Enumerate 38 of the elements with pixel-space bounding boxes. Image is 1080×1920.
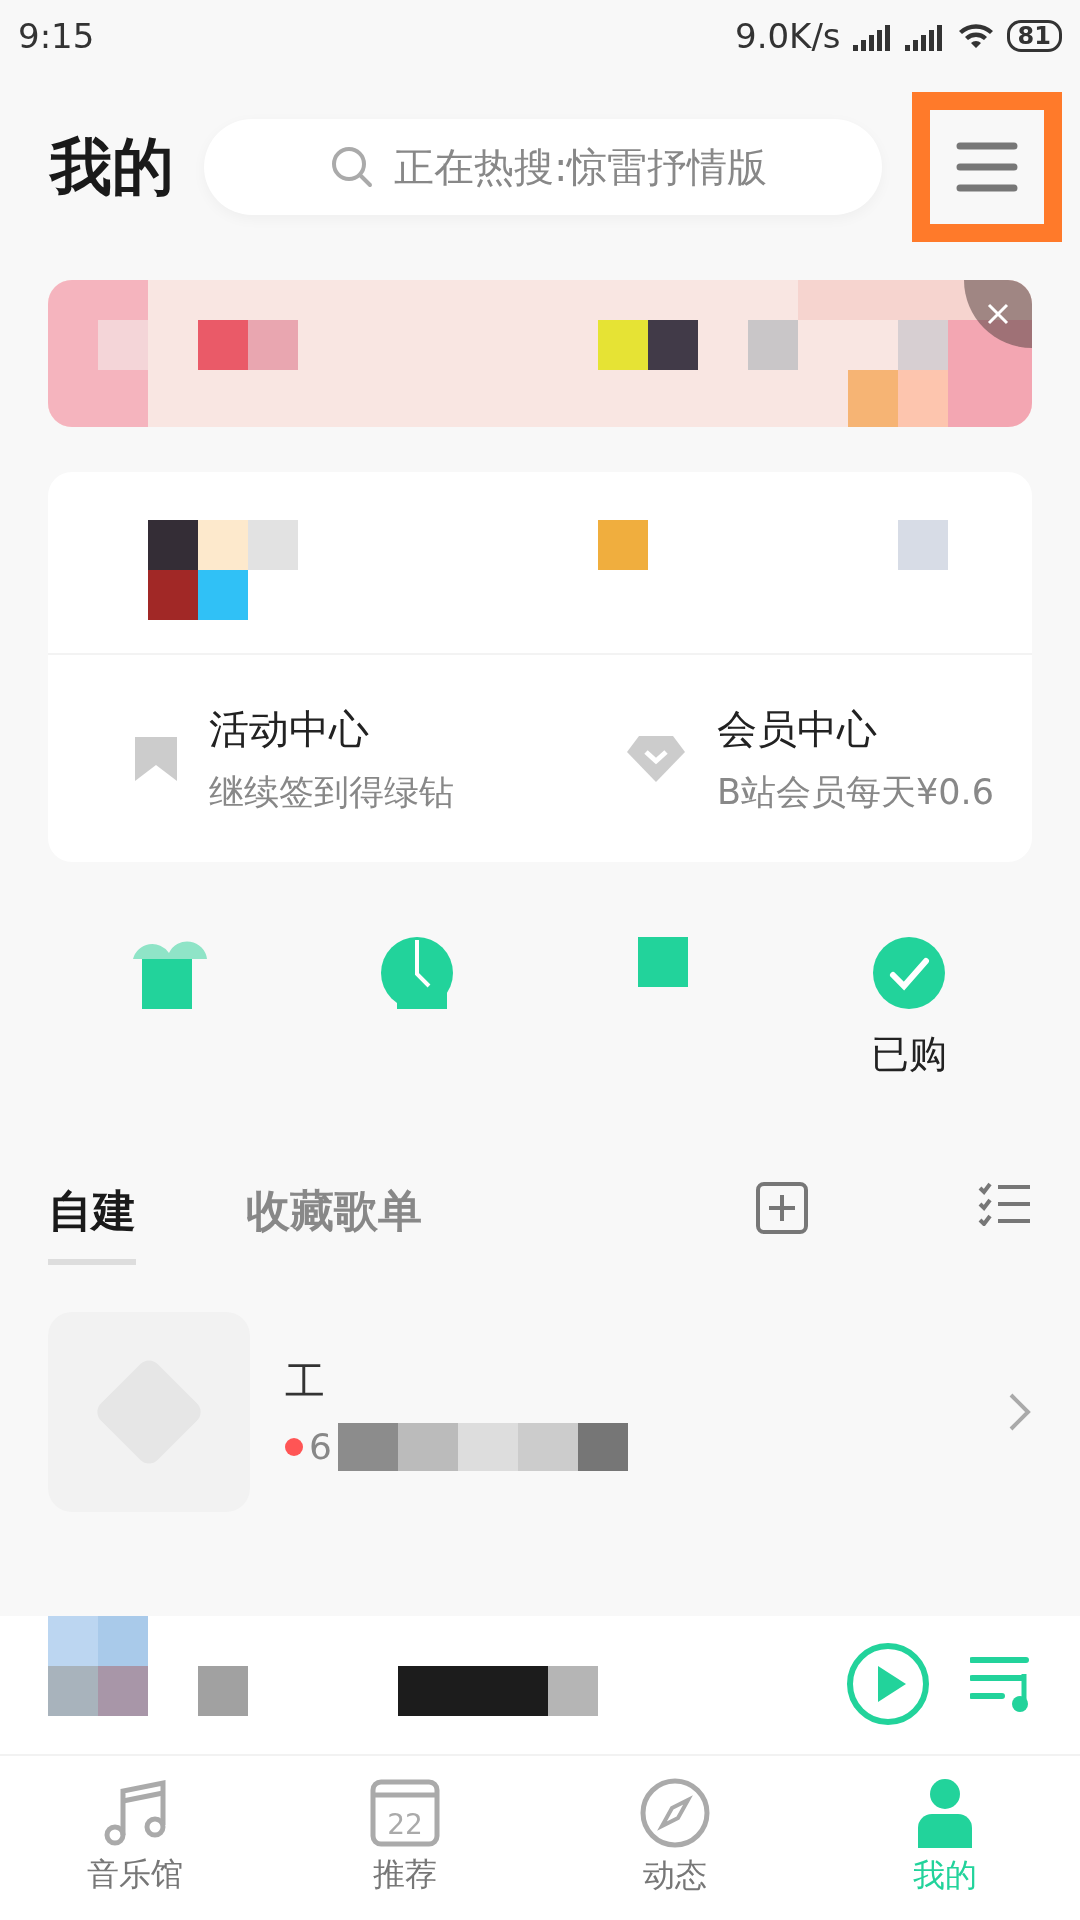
check-circle-icon	[873, 937, 945, 1009]
playlist-tab[interactable]: 自建	[48, 1182, 136, 1265]
search-field[interactable]: 正在热搜:惊雷抒情版	[204, 119, 882, 215]
clock-time: 9:15	[18, 16, 95, 56]
item-label[interactable]: 已购	[871, 1029, 947, 1080]
bookmark-icon	[133, 734, 179, 783]
card-entry[interactable]: 活动中心 继续签到得绿钻	[48, 701, 540, 816]
search-icon	[329, 144, 375, 190]
diamond-icon	[625, 733, 687, 784]
square-icon	[638, 937, 688, 987]
page-title: 我的	[50, 129, 174, 205]
menu-button[interactable]	[912, 92, 1062, 242]
chevron-right-icon[interactable]	[1008, 1392, 1032, 1432]
nav-tab[interactable]: 音乐馆	[0, 1756, 270, 1920]
play-icon	[846, 1641, 930, 1726]
calendar-icon: 22	[370, 1779, 440, 1847]
compass-icon	[640, 1778, 710, 1848]
status-dot	[285, 1437, 303, 1456]
nav-tab[interactable]: 动态	[540, 1756, 810, 1920]
entry-title: 会员中心	[717, 704, 878, 754]
battery-indicator: 81	[1006, 20, 1062, 52]
close-icon	[986, 302, 1010, 326]
entry-subtitle: B站会员每天¥0.6	[717, 770, 994, 814]
network-speed: 9.0K/s	[735, 16, 841, 56]
checklist-icon	[978, 1182, 1032, 1226]
menu-icon	[956, 141, 1018, 193]
entry-title: 活动中心	[209, 704, 370, 754]
add-button[interactable]	[756, 1182, 808, 1237]
add-icon	[756, 1182, 808, 1234]
song-count: 6	[309, 1426, 332, 1467]
manage-button[interactable]	[978, 1182, 1032, 1229]
entry-subtitle: 继续签到得绿钻	[209, 770, 454, 814]
nav-tab[interactable]: 22 推荐	[270, 1756, 540, 1920]
card-entry[interactable]: 会员中心 B站会员每天¥0.6	[540, 701, 1032, 816]
playlist-tab[interactable]: 收藏歌单	[246, 1182, 422, 1265]
clock-icon	[381, 937, 453, 1009]
playlist-title: 工	[285, 1356, 326, 1406]
playlist-icon	[970, 1655, 1032, 1712]
